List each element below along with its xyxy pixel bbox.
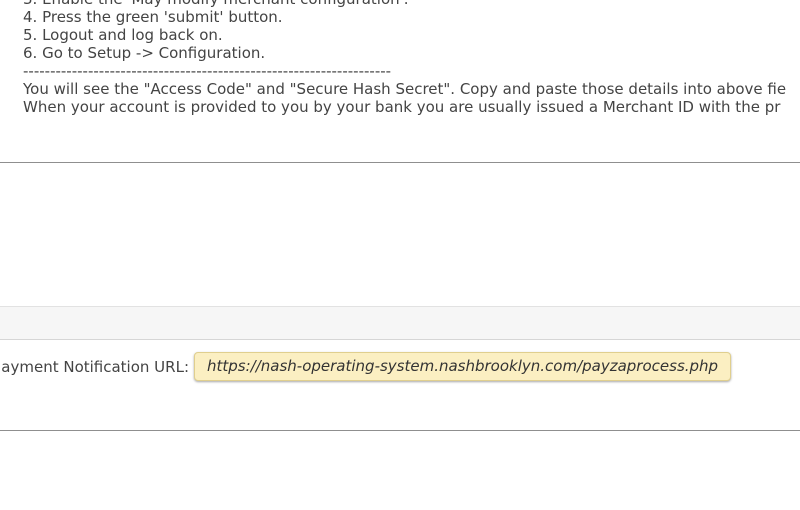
instruction-note-access-code: You will see the "Access Code" and "Secu… (23, 80, 787, 98)
section-header-band (0, 306, 800, 340)
instruction-step-4: 4. Press the green 'submit' button. (23, 8, 283, 26)
instruction-note-merchant-id: When your account is provided to you by … (23, 98, 781, 116)
setup-instructions: 3. Enable the 'May modify merchant confi… (23, 0, 800, 116)
instruction-step-5: 5. Logout and log back on. (23, 26, 223, 44)
instruction-step-3: 3. Enable the 'May modify merchant confi… (23, 0, 800, 8)
section-divider-bottom (0, 430, 800, 431)
instruction-separator: ----------------------------------------… (23, 62, 392, 80)
section-divider (0, 162, 800, 163)
payment-notification-url-label: ayment Notification URL: (1, 358, 189, 376)
instruction-step-6: 6. Go to Setup -> Configuration. (23, 44, 266, 62)
payment-notification-url-field[interactable]: https://nash-operating-system.nashbrookl… (194, 352, 732, 381)
